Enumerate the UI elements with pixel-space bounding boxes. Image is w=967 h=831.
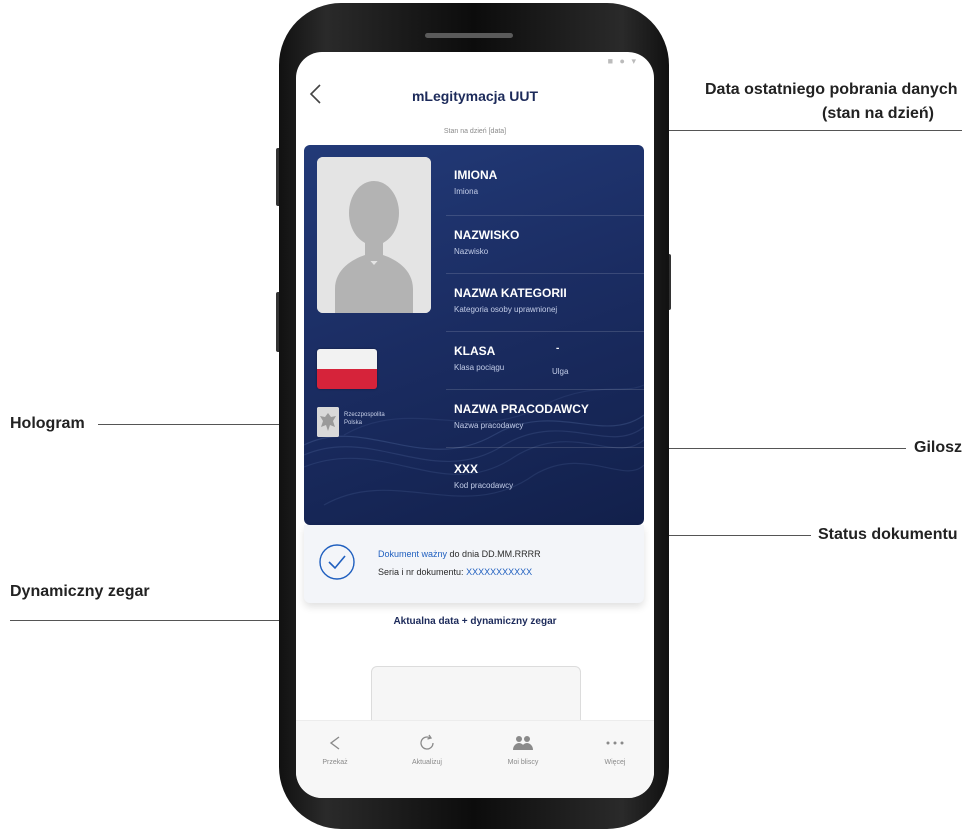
field-pracodawca: NAZWA PRACODAWCY Nazwa pracodawcy — [454, 401, 644, 431]
callout-data-line2: (stan na dzień) — [822, 105, 935, 122]
share-icon — [329, 736, 340, 750]
photo-placeholder — [317, 157, 431, 313]
tab-przekaz[interactable]: Przekaż — [300, 733, 370, 766]
refresh-icon — [420, 734, 434, 750]
status-bar-icons: ■ ● ▾ — [607, 56, 638, 66]
field-label: NAZWA KATEGORII — [454, 286, 567, 300]
app-bar: mLegitymacja UUT — [296, 72, 654, 116]
field-kategoria: NAZWA KATEGORII Kategoria osoby uprawnio… — [454, 285, 644, 315]
tab-label: Moi bliscy — [507, 759, 539, 766]
callout-zegar: Dynamiczny zegar — [10, 583, 150, 600]
field-value: Nazwa pracodawcy — [454, 421, 524, 430]
field-value: Kategoria osoby uprawnionej — [454, 305, 558, 314]
dynamic-clock: Aktualna data + dynamiczny zegar — [393, 616, 557, 627]
field-label: XXX — [454, 462, 479, 476]
field-divider — [446, 447, 644, 448]
field-nazwisko: NAZWISKO Nazwisko — [454, 227, 644, 257]
tab-label: Przekaż — [322, 759, 348, 766]
field-value: Nazwisko — [454, 247, 489, 256]
ulga-value: - — [556, 343, 560, 354]
hologram-text: Rzeczpospolita Polska — [344, 412, 385, 426]
check-circle-icon — [319, 544, 355, 580]
field-divider — [446, 215, 644, 216]
app-title: mLegitymacja UUT — [411, 88, 539, 104]
field-value: Kod pracodawcy — [454, 481, 514, 490]
bottom-tab-bar: Przekaż Aktualizuj Moi bliscy Więcej — [296, 720, 654, 798]
series-label: Seria i nr dokumentu: — [378, 567, 464, 577]
phone-speaker — [425, 33, 513, 38]
tab-label: Więcej — [604, 759, 626, 766]
people-icon — [513, 736, 533, 750]
field-divider — [446, 389, 644, 390]
field-value: Imiona — [454, 187, 479, 196]
document-status: Dokument ważny do dnia DD.MM.RRRR Seria … — [304, 525, 644, 603]
tab-aktualizuj[interactable]: Aktualizuj — [392, 733, 462, 766]
more-icon — [606, 741, 624, 745]
callout-hologram: Hologram — [10, 415, 85, 432]
field-klasa: KLASA Klasa pociągu — [454, 343, 644, 373]
tab-wiecej[interactable]: Więcej — [580, 733, 650, 766]
person-silhouette-icon — [317, 157, 431, 313]
field-label: NAZWISKO — [454, 228, 520, 242]
field-kod: XXX Kod pracodawcy — [454, 461, 644, 491]
callout-data-line1: Data ostatniego pobrania danych — [705, 81, 958, 98]
validity-line: Dokument ważny do dnia DD.MM.RRRR — [378, 549, 541, 559]
eagle-emblem-icon — [317, 407, 339, 437]
tab-label: Aktualizuj — [412, 759, 442, 766]
id-card: Rzeczpospolita Polska IMIONA Imiona NAZW… — [304, 145, 644, 525]
field-label: IMIONA — [454, 168, 498, 182]
tab-moi-bliscy[interactable]: Moi bliscy — [488, 733, 558, 766]
series-value: XXXXXXXXXXX — [466, 567, 533, 577]
valid-until: do dnia DD.MM.RRRR — [449, 549, 541, 559]
ulga-label: Ulga — [552, 367, 569, 376]
field-imiona: IMIONA Imiona — [454, 167, 644, 197]
data-stamp: Stan na dzień [data] — [443, 128, 507, 135]
series-line: Seria i nr dokumentu: XXXXXXXXXXX — [378, 567, 532, 577]
callout-gilosz: Gilosz — [914, 439, 963, 456]
field-label: KLASA — [454, 344, 496, 358]
field-divider — [446, 273, 644, 274]
field-value: Klasa pociągu — [454, 363, 505, 372]
phone-screen: ■ ● ▾ mLegitymacja UUT Stan na dzień [da… — [296, 52, 654, 798]
polish-flag-icon — [317, 349, 377, 389]
valid-text: Dokument ważny — [378, 549, 448, 559]
field-label: NAZWA PRACODAWCY — [454, 402, 589, 416]
callout-status: Status dokumentu — [818, 526, 958, 543]
field-divider — [446, 331, 644, 332]
